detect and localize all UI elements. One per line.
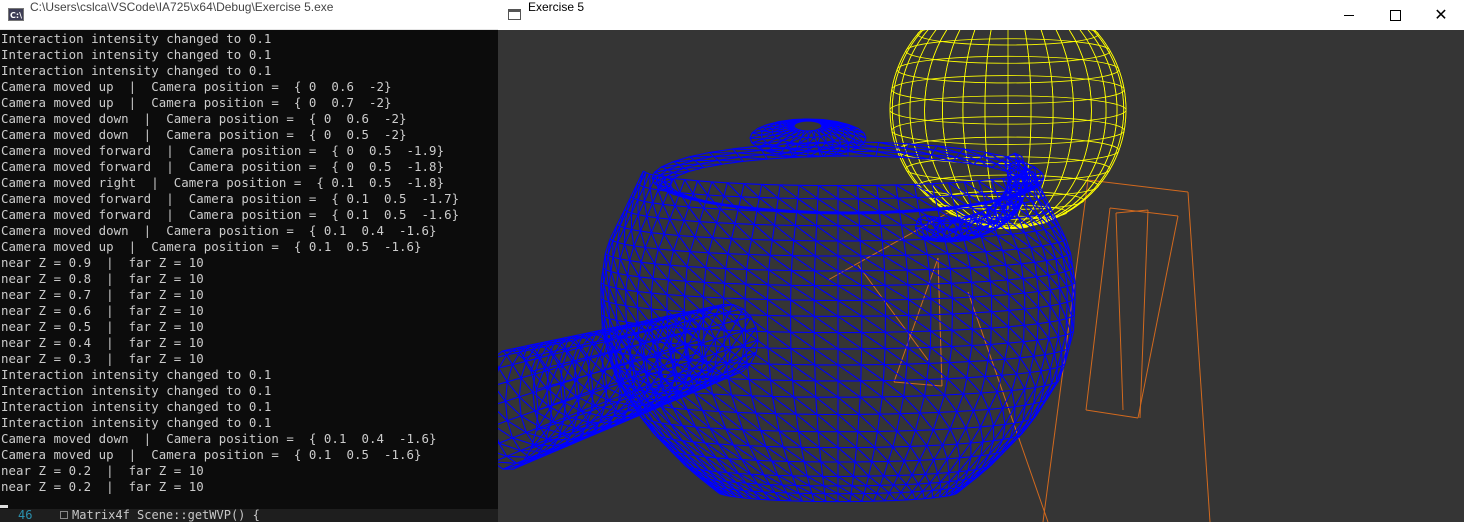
- teapot-rim-mesh: [651, 141, 1045, 215]
- console-cursor: [0, 505, 8, 508]
- console-line: Camera moved up | Camera position = { 0 …: [1, 79, 392, 94]
- close-button[interactable]: ✕: [1418, 0, 1464, 30]
- frustum-edge: [1085, 207, 1111, 411]
- console-line: Interaction intensity changed to 0.1: [1, 415, 272, 430]
- console-line: near Z = 0.2 | far Z = 10: [1, 479, 204, 494]
- console-line: near Z = 0.4 | far Z = 10: [1, 335, 204, 350]
- 3d-viewport[interactable]: [498, 30, 1464, 522]
- close-icon: ✕: [1434, 5, 1448, 24]
- minimize-button[interactable]: [1326, 0, 1372, 30]
- console-line: Camera moved down | Camera position = { …: [1, 111, 407, 126]
- teapot-wireframe: [498, 118, 1076, 503]
- console-line: Camera moved forward | Camera position =…: [1, 159, 445, 174]
- frustum-edge: [1087, 179, 1189, 193]
- console-window[interactable]: C:\ C:\Users\cslca\VSCode\IA725\x64\Debu…: [0, 0, 498, 522]
- console-line: Camera moved up | Camera position = { 0.…: [1, 239, 422, 254]
- frustum-edge: [857, 264, 929, 361]
- console-line: Interaction intensity changed to 0.1: [1, 31, 272, 46]
- console-line: Camera moved forward | Camera position =…: [1, 143, 445, 158]
- console-line: Interaction intensity changed to 0.1: [1, 383, 272, 398]
- console-line: Camera moved up | Camera position = { 0 …: [1, 95, 392, 110]
- editor-line-number: 46: [18, 509, 33, 522]
- frustum-edge: [1085, 409, 1139, 419]
- console-line: Interaction intensity changed to 0.1: [1, 367, 272, 382]
- console-line: near Z = 0.9 | far Z = 10: [1, 255, 204, 270]
- console-line: near Z = 0.7 | far Z = 10: [1, 287, 204, 302]
- console-line: Camera moved down | Camera position = { …: [1, 127, 407, 142]
- maximize-button[interactable]: [1372, 0, 1418, 30]
- fold-toggle-icon[interactable]: [60, 511, 68, 519]
- console-line: Camera moved up | Camera position = { 0.…: [1, 447, 422, 462]
- minimize-icon: [1344, 15, 1354, 16]
- code-editor-peek[interactable]: 46 Matrix4f Scene::getWVP() {: [0, 509, 498, 522]
- frustum-edge: [1187, 191, 1211, 522]
- console-line: Interaction intensity changed to 0.1: [1, 47, 272, 62]
- console-line: near Z = 0.5 | far Z = 10: [1, 319, 204, 334]
- frustum-edge: [1109, 207, 1179, 217]
- frustum-edge: [893, 381, 943, 387]
- render-window[interactable]: Exercise 5 ✕: [498, 0, 1464, 522]
- console-line: Interaction intensity changed to 0.1: [1, 399, 272, 414]
- render-title: Exercise 5: [528, 0, 585, 14]
- console-line: Camera moved forward | Camera position =…: [1, 191, 460, 206]
- console-title: C:\Users\cslca\VSCode\IA725\x64\Debug\Ex…: [30, 0, 334, 14]
- frustum-edge: [1042, 179, 1089, 522]
- console-line: Camera moved down | Camera position = { …: [1, 223, 437, 238]
- console-output[interactable]: Interaction intensity changed to 0.1 Inte…: [1, 31, 498, 509]
- window-app-icon: [508, 9, 521, 20]
- console-line: Interaction intensity changed to 0.1: [1, 63, 272, 78]
- console-line: near Z = 0.8 | far Z = 10: [1, 271, 204, 286]
- teapot-lid-mesh: [749, 118, 867, 158]
- console-line: Camera moved right | Camera position = {…: [1, 175, 445, 190]
- console-line: Camera moved forward | Camera position =…: [1, 207, 460, 222]
- console-line: near Z = 0.2 | far Z = 10: [1, 463, 204, 478]
- maximize-icon: [1389, 10, 1401, 21]
- console-titlebar[interactable]: C:\ C:\Users\cslca\VSCode\IA725\x64\Debu…: [0, 0, 498, 30]
- editor-code-line[interactable]: Matrix4f Scene::getWVP() {: [72, 509, 260, 522]
- frustum-edge: [1115, 212, 1124, 411]
- console-line: Camera moved down | Camera position = { …: [1, 431, 437, 446]
- console-line: near Z = 0.6 | far Z = 10: [1, 303, 204, 318]
- console-app-icon: C:\: [8, 8, 24, 21]
- render-titlebar[interactable]: Exercise 5 ✕: [498, 0, 1464, 30]
- console-line: near Z = 0.3 | far Z = 10: [1, 351, 204, 366]
